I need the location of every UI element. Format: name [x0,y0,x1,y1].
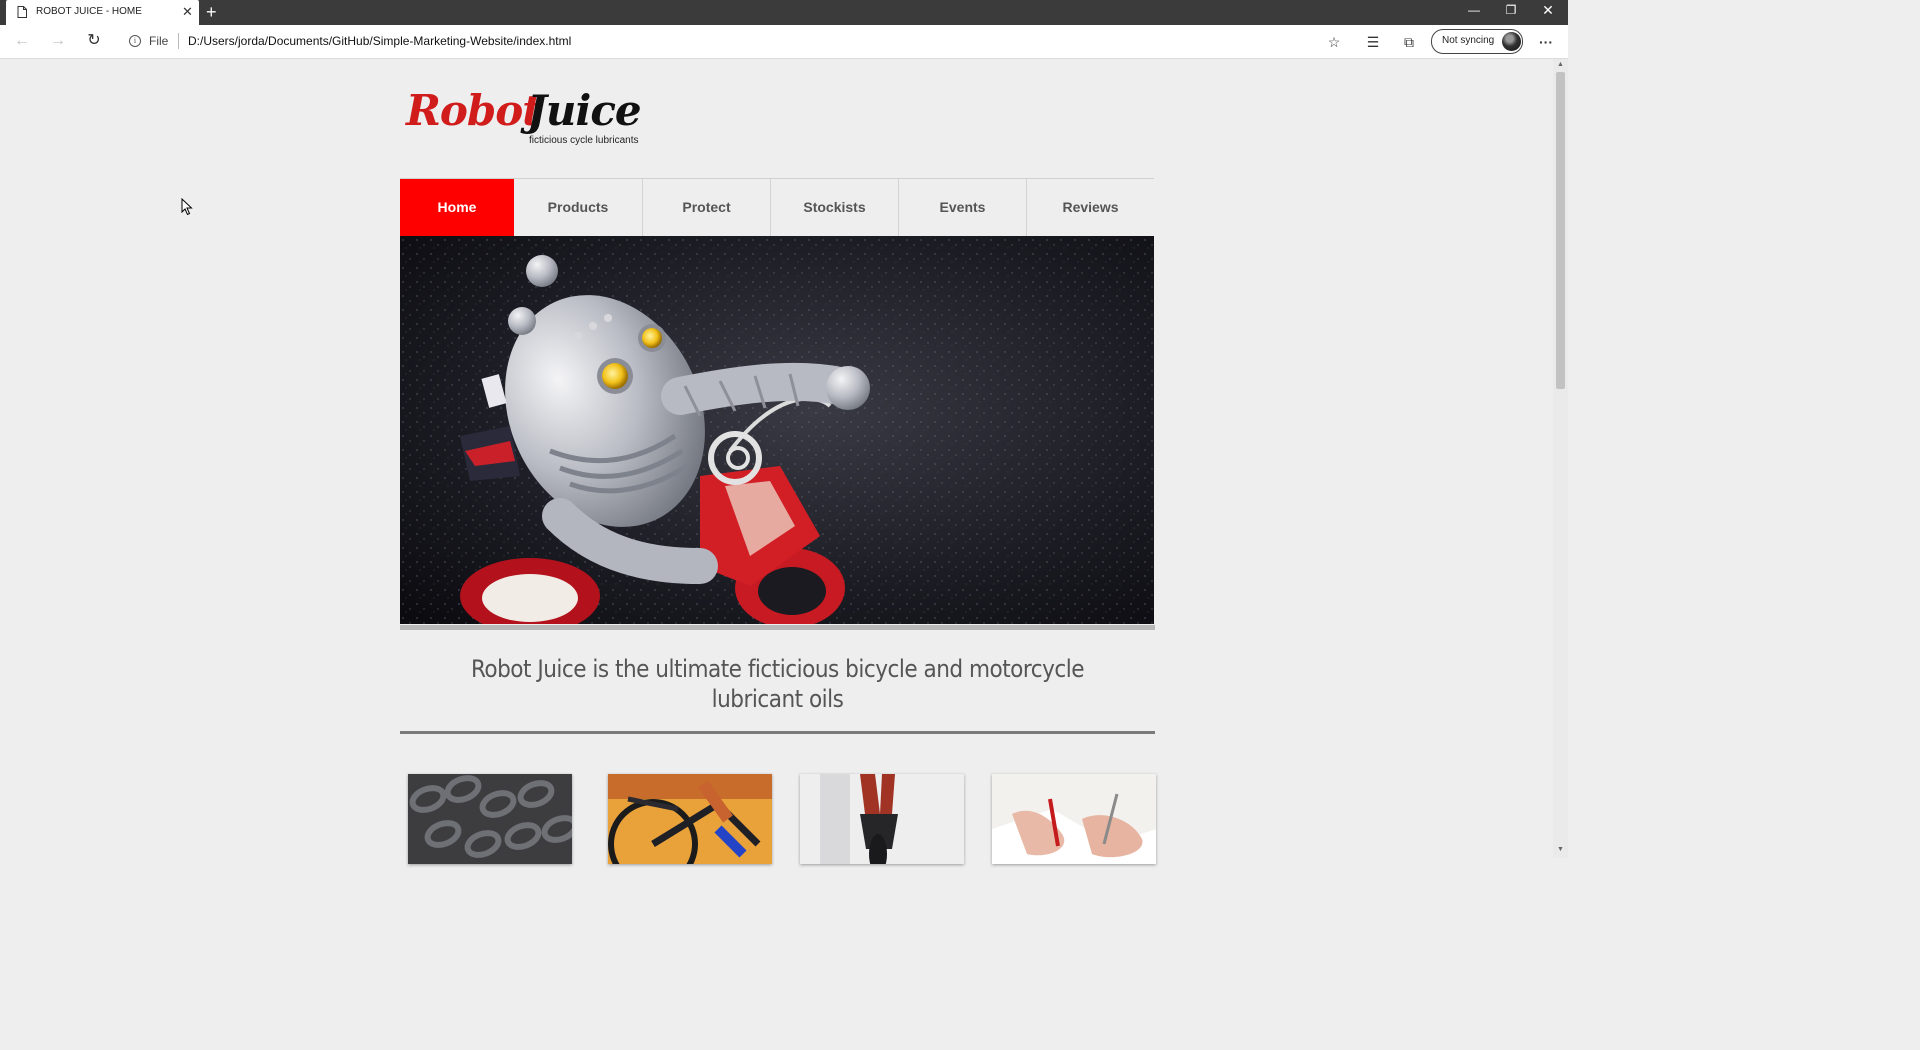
site-tagline: Robot Juice is the ultimate ficticious b… [470,655,1085,713]
address-bar[interactable]: D:/Users/jorda/Documents/GitHub/Simple-M… [188,34,571,48]
nav-protect[interactable]: Protect [643,179,771,236]
favorite-star-icon[interactable]: ☆ [1323,31,1345,53]
page-icon [17,6,27,18]
scroll-down-icon[interactable]: ▼ [1557,846,1564,853]
window-close-icon[interactable]: ✕ [1533,1,1563,21]
address-divider [178,33,179,49]
browser-toolbar: ← → ↻ i File D:/Users/jorda/Documents/Gi… [0,25,1568,59]
logo-word-robot: Robot [406,86,542,135]
file-scheme-label[interactable]: File [149,34,168,48]
nav-events[interactable]: Events [899,179,1027,236]
nav-stockists[interactable]: Stockists [771,179,899,236]
tagline-divider [400,731,1155,734]
favorites-list-icon[interactable]: ☰ [1362,31,1384,53]
feature-thumbnail-chain[interactable] [408,774,572,864]
more-options-icon[interactable]: ··· [1535,31,1557,53]
hero-image [400,236,1154,624]
collections-icon[interactable]: ⧉ [1398,31,1420,53]
forward-arrow-icon[interactable]: → [45,29,71,55]
logo-tagline: ficticious cycle lubricants [529,135,639,146]
restore-icon[interactable]: ❐ [1496,1,1526,21]
mouse-cursor [181,198,193,216]
site-logo[interactable]: Robot Juice ficticious cycle lubricants [406,86,666,150]
nav-reviews[interactable]: Reviews [1027,179,1154,236]
profile-sync-button[interactable]: Not syncing [1431,29,1523,54]
tab-close-icon[interactable]: ✕ [182,5,193,19]
scroll-up-icon[interactable]: ▲ [1557,61,1564,68]
main-navigation: Home Products Protect Stockists Events R… [400,178,1154,236]
hero-underline [400,625,1155,630]
logo-word-juice: Juice [527,86,642,135]
nav-home[interactable]: Home [400,179,514,236]
new-tab-icon[interactable]: + [206,2,217,22]
site-info-icon[interactable]: i [129,35,141,47]
browser-titlebar: ROBOT JUICE - HOME ✕ + — ❐ ✕ [0,0,1568,25]
vertical-scrollbar[interactable]: ▲ ▼ [1553,59,1568,858]
browser-tab-active[interactable]: ROBOT JUICE - HOME ✕ [6,0,199,25]
avatar [1502,32,1521,51]
refresh-icon[interactable]: ↻ [81,29,107,55]
feature-thumbnail-writing[interactable] [992,774,1156,864]
back-arrow-icon[interactable]: ← [9,29,35,55]
minimize-icon[interactable]: — [1459,1,1489,21]
feature-thumbnail-cyclist[interactable] [608,774,772,864]
sync-status: Not syncing [1442,35,1495,46]
nav-products[interactable]: Products [514,179,643,236]
scrollbar-thumb[interactable] [1556,72,1565,389]
feature-thumbnail-rider[interactable] [800,774,964,864]
tab-title: ROBOT JUICE - HOME [36,6,142,17]
